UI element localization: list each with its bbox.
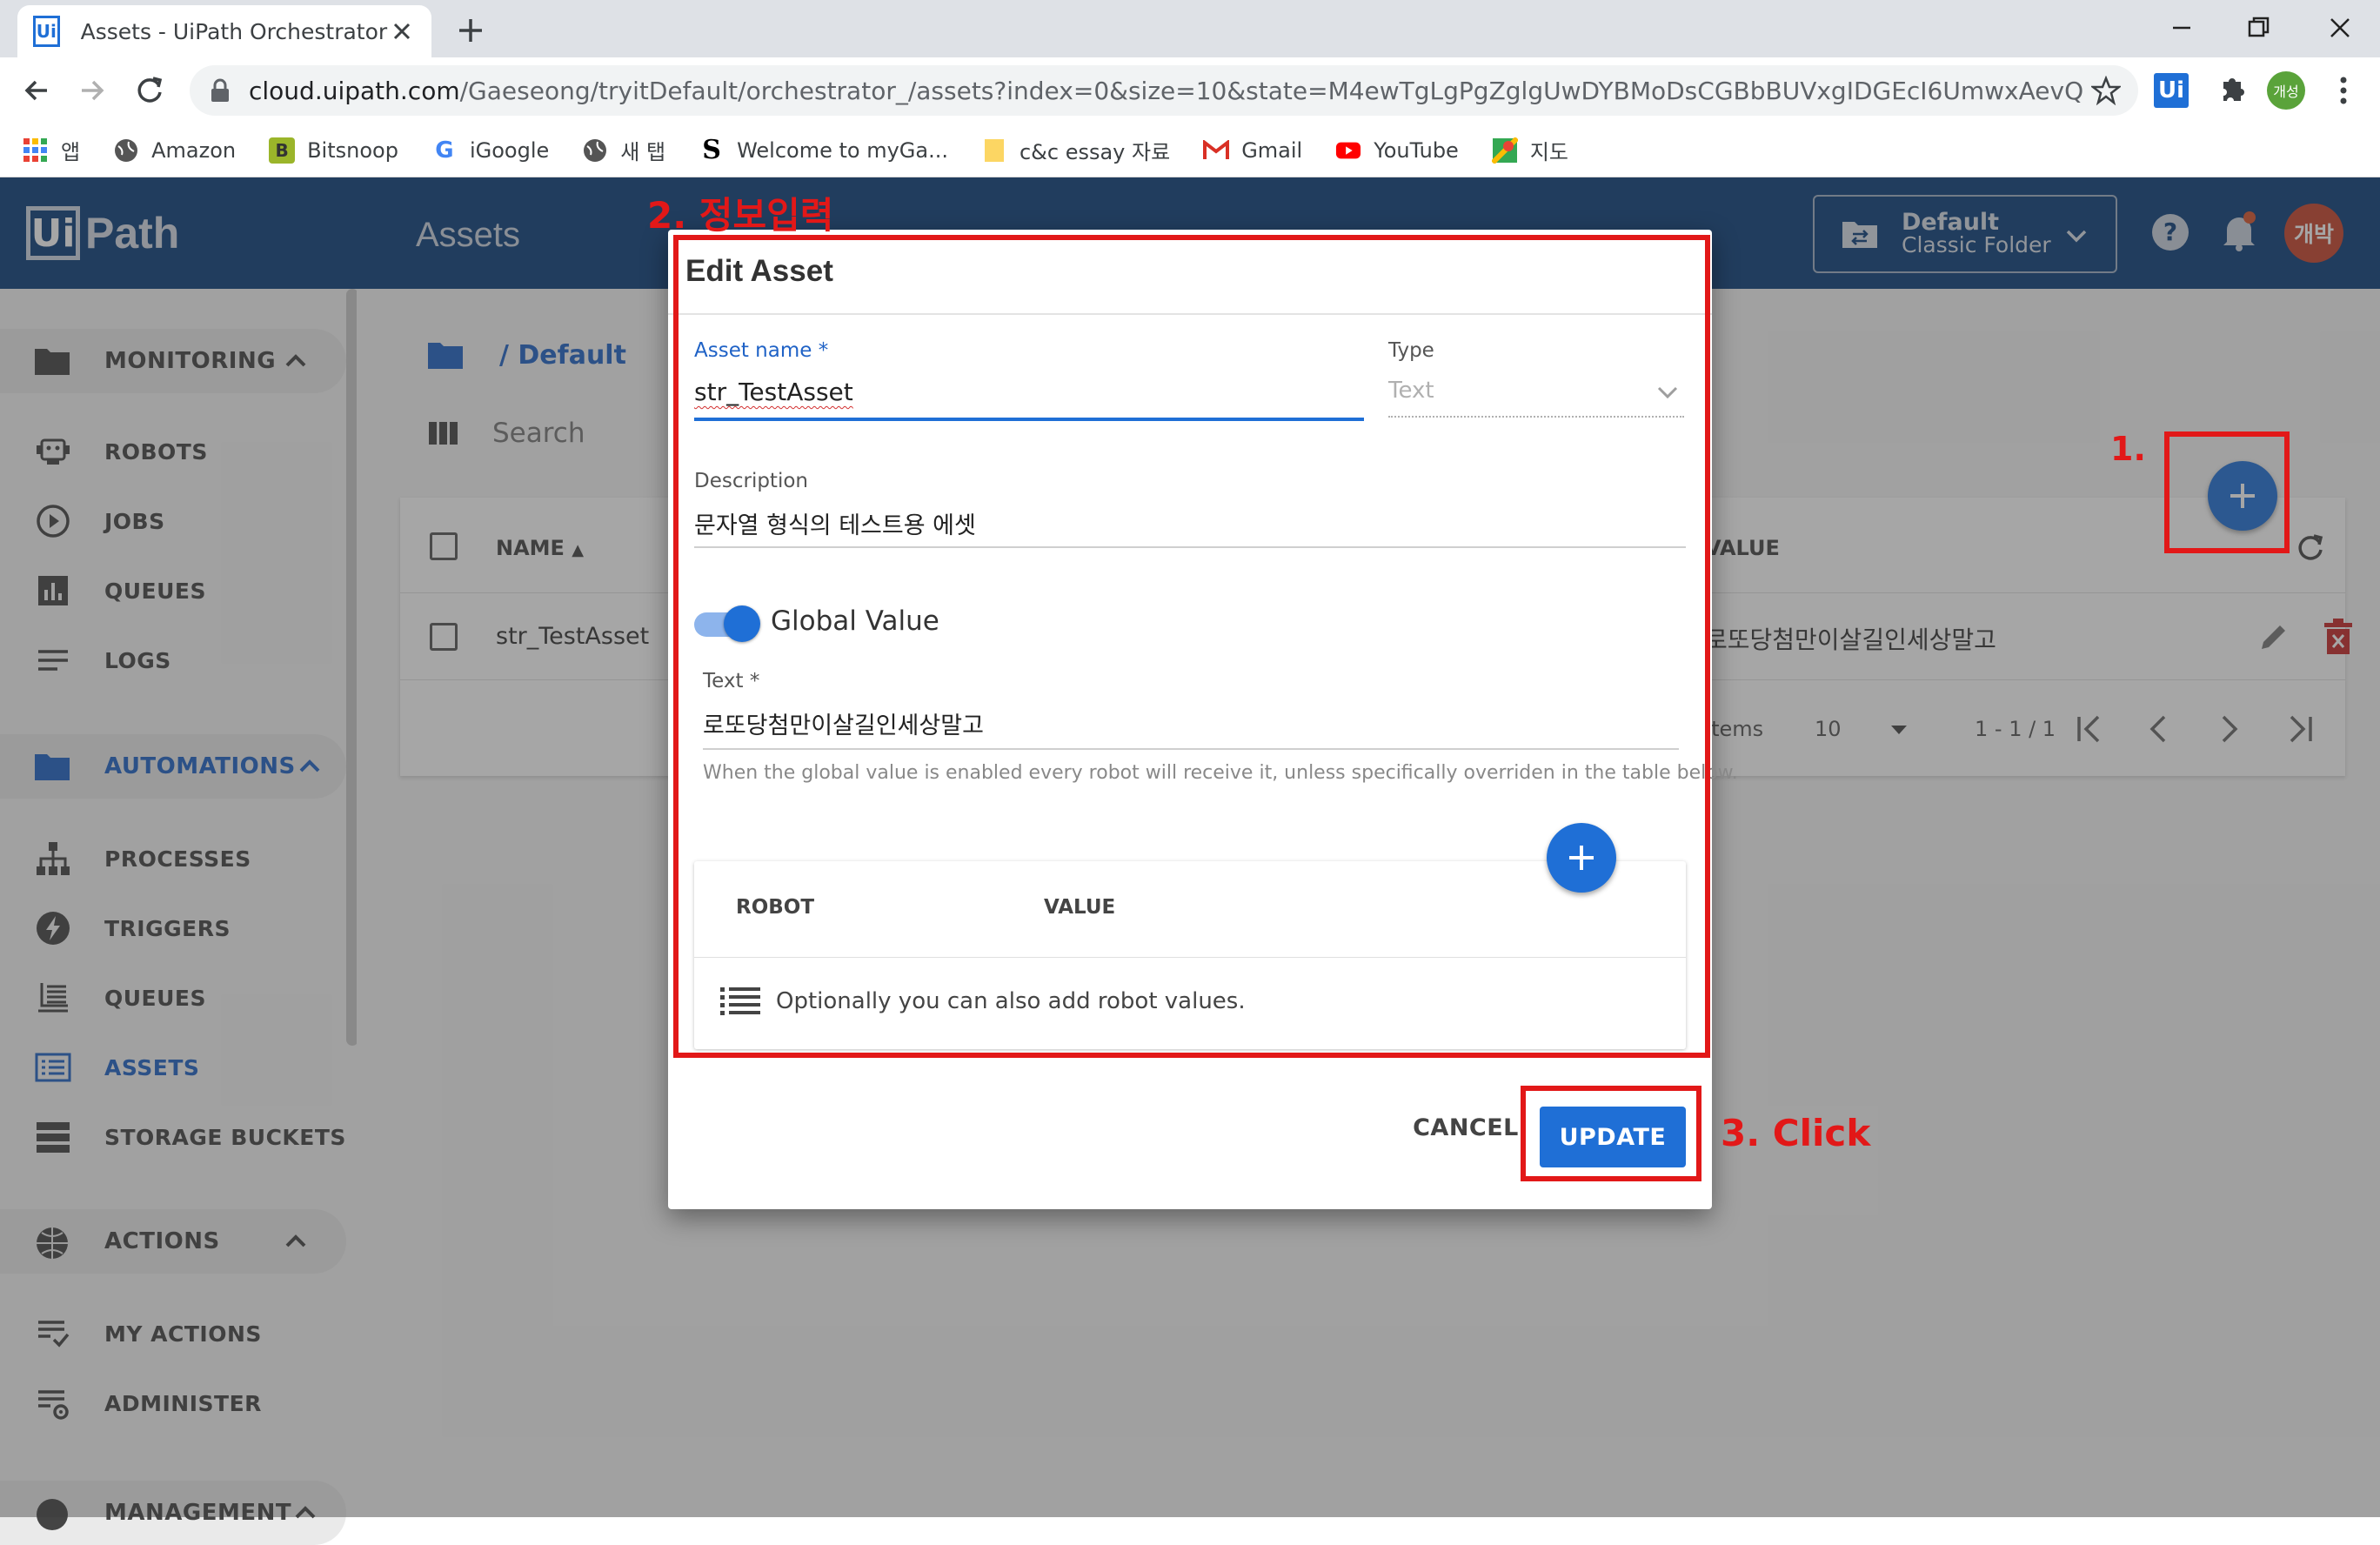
annotation-step-2: 2. 정보입력 <box>647 194 834 237</box>
bookmark-youtube[interactable]: YouTube <box>1335 137 1459 164</box>
bookmark-apps[interactable]: 앱 <box>23 135 80 165</box>
reload-icon[interactable] <box>130 71 169 110</box>
bookmark-new-tab[interactable]: 새 탭 <box>582 135 665 165</box>
extensions-puzzle-icon[interactable] <box>2211 70 2253 111</box>
lock-icon <box>209 77 231 104</box>
bookmark-cc-essay[interactable]: c&c essay 자료 <box>981 135 1170 165</box>
globe-icon <box>113 137 139 164</box>
browser-toolbar: cloud.uipath.com/Gaeseong/tryitDefault/o… <box>0 57 2380 124</box>
bookmark-label: c&c essay 자료 <box>1019 140 1171 164</box>
browser-tab-bar: Ui Assets - UiPath Orchestrator <box>0 0 2380 57</box>
uipath-favicon-icon: Ui <box>33 16 60 47</box>
tab-close-icon[interactable] <box>387 14 416 49</box>
bookmark-label: Amazon <box>151 137 237 163</box>
profile-avatar[interactable]: 개성 <box>2267 71 2305 110</box>
uipath-extension-icon[interactable]: Ui <box>2154 73 2189 108</box>
bookmark-bitsnoop[interactable]: B Bitsnoop <box>269 137 398 164</box>
restore-window-icon[interactable] <box>2241 10 2276 45</box>
bookmark-gmail[interactable]: Gmail <box>1203 137 1302 164</box>
new-tab-icon[interactable] <box>452 12 489 49</box>
tab-title: Assets - UiPath Orchestrator <box>80 18 388 44</box>
bookmark-maps[interactable]: 지도 <box>1491 135 1568 165</box>
annotation-box-form <box>673 235 1710 1058</box>
bookmark-mygames[interactable]: S Welcome to myGa... <box>699 135 948 165</box>
folder-icon <box>981 137 1007 164</box>
bookmark-label: 새 탭 <box>620 140 666 164</box>
back-arrow-icon[interactable] <box>17 71 56 110</box>
globe-icon <box>582 137 608 164</box>
bookmarks-bar: 앱 Amazon B Bitsnoop G iGoogle 새 탭 S Welc… <box>0 124 2380 177</box>
bookmark-label: Gmail <box>1241 137 1303 163</box>
bookmark-label: 앱 <box>61 140 81 164</box>
bookmark-amazon[interactable]: Amazon <box>113 137 236 164</box>
browser-menu-icon[interactable] <box>2323 70 2364 111</box>
close-window-icon[interactable] <box>2323 10 2357 45</box>
url-text: cloud.uipath.com/Gaeseong/tryitDefault/o… <box>249 76 2084 105</box>
youtube-icon <box>1335 137 1361 164</box>
bookmark-label: Welcome to myGa... <box>737 137 948 163</box>
bookmark-label: 지도 <box>1529 140 1568 164</box>
s-logo-icon: S <box>702 135 721 165</box>
annotation-box-update-button <box>1521 1086 1701 1181</box>
annotation-step-3: 3. Click <box>1721 1112 1871 1154</box>
annotation-step-1: 1. <box>2110 430 2146 468</box>
browser-tab[interactable]: Ui Assets - UiPath Orchestrator <box>17 5 431 57</box>
bookmark-label: Bitsnoop <box>307 137 398 163</box>
bookmark-label: YouTube <box>1374 137 1459 163</box>
bookmark-igoogle[interactable]: G iGoogle <box>431 137 549 164</box>
minimize-window-icon[interactable] <box>2164 10 2199 45</box>
forward-arrow-icon[interactable] <box>73 71 111 110</box>
address-bar[interactable]: cloud.uipath.com/Gaeseong/tryitDefault/o… <box>190 65 2138 116</box>
maps-icon <box>1491 137 1518 164</box>
google-icon: G <box>435 137 454 164</box>
cancel-button[interactable]: CANCEL <box>1395 1096 1536 1159</box>
apps-grid-icon <box>23 137 49 164</box>
annotation-box-add-button <box>2164 431 2290 553</box>
bookmark-label: iGoogle <box>469 137 550 163</box>
bitsnoop-icon: B <box>269 137 296 164</box>
bookmark-star-icon[interactable] <box>2091 76 2121 105</box>
gmail-icon <box>1203 137 1230 164</box>
